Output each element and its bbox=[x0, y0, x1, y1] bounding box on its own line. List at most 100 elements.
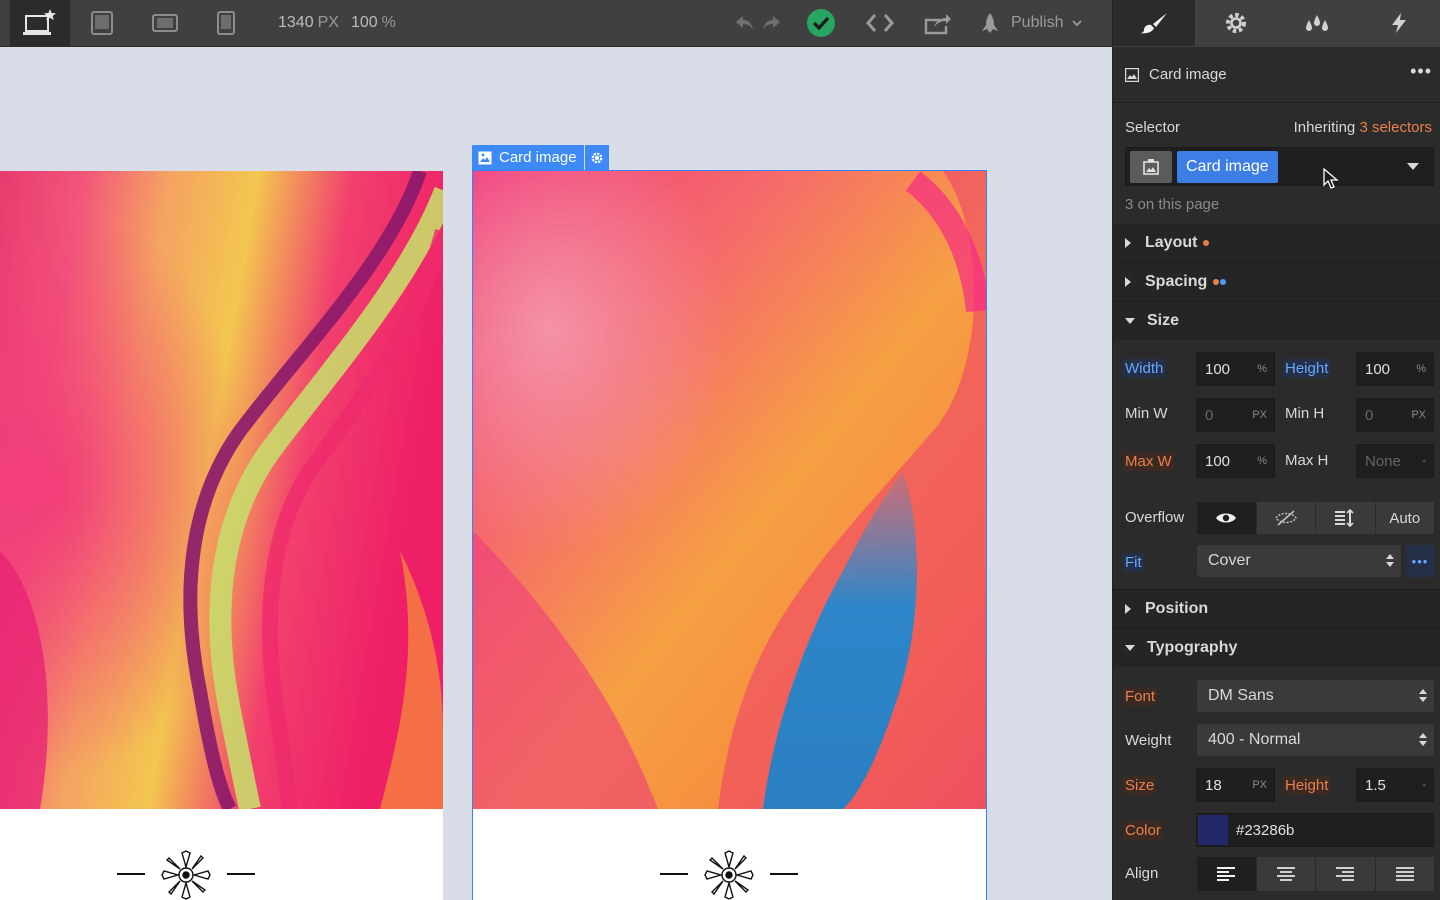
mobile-landscape-icon bbox=[152, 14, 178, 32]
canvas-size-readout: 1340 PX 100% bbox=[278, 0, 400, 46]
max-width-value: 100 bbox=[1205, 452, 1231, 470]
height-input[interactable]: 100 % bbox=[1356, 352, 1434, 386]
weight-select[interactable]: 400 - Normal bbox=[1197, 724, 1434, 756]
font-size-label[interactable]: Size bbox=[1123, 776, 1157, 795]
save-status-button[interactable] bbox=[804, 0, 838, 46]
align-right-button[interactable] bbox=[1316, 857, 1375, 891]
card-image-left[interactable] bbox=[0, 171, 443, 809]
section-size[interactable]: Size bbox=[1113, 302, 1440, 340]
min-width-input[interactable]: 0 PX bbox=[1196, 398, 1275, 432]
breakpoint-portrait-button[interactable] bbox=[212, 0, 240, 46]
overflow-visible-button[interactable] bbox=[1197, 502, 1256, 534]
max-height-unit[interactable]: - bbox=[1422, 455, 1433, 467]
tablet-icon bbox=[91, 11, 113, 35]
max-width-label[interactable]: Max W bbox=[1123, 452, 1174, 471]
fit-more-button[interactable]: ••• bbox=[1406, 545, 1434, 577]
code-export-button[interactable] bbox=[864, 0, 896, 46]
breakpoint-tablet-button[interactable] bbox=[86, 0, 118, 46]
selected-element-name: Card image bbox=[499, 149, 577, 166]
fit-more-label: ••• bbox=[1411, 553, 1429, 569]
zoom-percent-unit: % bbox=[381, 14, 396, 31]
selected-element-label[interactable]: Card image bbox=[472, 145, 609, 170]
section-typography[interactable]: Typography bbox=[1113, 629, 1440, 667]
card-left[interactable] bbox=[0, 171, 443, 900]
object-fit-select[interactable]: Cover bbox=[1197, 545, 1401, 577]
section-position[interactable]: Position bbox=[1113, 590, 1440, 628]
max-height-label: Max H bbox=[1285, 452, 1329, 469]
eye-slash-icon bbox=[1274, 510, 1297, 526]
redo-button[interactable] bbox=[760, 0, 782, 46]
panel-more-button[interactable]: ••• bbox=[1410, 61, 1432, 82]
inheriting-text: Inheriting 3 selectors bbox=[1294, 119, 1432, 136]
select-updown-icon bbox=[1419, 689, 1427, 702]
max-height-value: None bbox=[1365, 452, 1401, 470]
overflow-hidden-button[interactable] bbox=[1256, 502, 1315, 534]
overflow-auto-button[interactable]: Auto bbox=[1375, 502, 1434, 534]
section-layout[interactable]: Layout bbox=[1113, 224, 1440, 262]
lightning-icon bbox=[1392, 13, 1407, 33]
height-label[interactable]: Height bbox=[1283, 359, 1331, 378]
undo-button[interactable] bbox=[734, 0, 756, 46]
inheriting-selectors-link[interactable]: 3 selectors bbox=[1359, 119, 1432, 136]
line-height-label[interactable]: Height bbox=[1283, 776, 1331, 795]
min-width-unit[interactable]: PX bbox=[1252, 409, 1274, 421]
max-width-unit[interactable]: % bbox=[1257, 455, 1274, 467]
card-image-right[interactable] bbox=[473, 171, 986, 809]
fit-label[interactable]: Fit bbox=[1123, 553, 1144, 572]
divider bbox=[1113, 102, 1440, 103]
rocket-icon bbox=[982, 13, 998, 33]
tab-style-manager[interactable] bbox=[1277, 0, 1359, 46]
align-label: Align bbox=[1125, 865, 1159, 882]
font-size-input[interactable]: 18 PX bbox=[1196, 768, 1275, 802]
modified-indicator bbox=[1213, 279, 1220, 285]
share-button[interactable] bbox=[922, 0, 954, 46]
section-spacing[interactable]: Spacing bbox=[1113, 263, 1440, 301]
color-swatch[interactable] bbox=[1198, 815, 1228, 845]
line-height-unit[interactable]: - bbox=[1422, 779, 1433, 791]
inherited-indicator bbox=[1220, 279, 1227, 285]
font-size-value: 18 bbox=[1205, 776, 1222, 794]
selector-label: Selector bbox=[1125, 118, 1181, 136]
tab-interactions[interactable] bbox=[1358, 0, 1440, 46]
eye-icon bbox=[1216, 513, 1237, 523]
font-size-unit[interactable]: PX bbox=[1252, 779, 1274, 791]
publish-menu[interactable]: Publish bbox=[978, 0, 1083, 46]
tab-settings[interactable] bbox=[1195, 0, 1277, 46]
overflow-label: Overflow bbox=[1125, 509, 1185, 526]
min-height-input[interactable]: 0 PX bbox=[1356, 398, 1434, 432]
font-select[interactable]: DM Sans bbox=[1197, 680, 1434, 712]
text-align-control bbox=[1197, 857, 1434, 891]
width-input[interactable]: 100 % bbox=[1196, 352, 1275, 386]
decorative-divider-flower-icon bbox=[117, 850, 255, 900]
breakpoint-desktop-button[interactable] bbox=[10, 0, 70, 46]
min-height-unit[interactable]: PX bbox=[1411, 409, 1433, 421]
align-left-button[interactable] bbox=[1197, 857, 1256, 891]
selected-element-tag[interactable]: Card image bbox=[472, 145, 584, 170]
code-icon bbox=[866, 14, 894, 32]
element-settings-button[interactable] bbox=[584, 145, 609, 170]
overflow-scroll-button[interactable] bbox=[1316, 502, 1375, 534]
width-unit[interactable]: % bbox=[1257, 363, 1274, 375]
align-left-icon bbox=[1217, 867, 1236, 881]
width-label[interactable]: Width bbox=[1123, 359, 1166, 378]
selector-field[interactable]: Card image bbox=[1125, 147, 1434, 189]
breakpoint-landscape-button[interactable] bbox=[148, 0, 182, 46]
line-height-input[interactable]: 1.5 - bbox=[1356, 768, 1434, 802]
tab-style[interactable] bbox=[1113, 0, 1195, 46]
design-canvas[interactable]: Card image bbox=[0, 47, 1112, 900]
selector-class-chip[interactable]: Card image bbox=[1177, 151, 1278, 183]
font-label[interactable]: Font bbox=[1123, 687, 1158, 706]
color-input[interactable]: #23286b bbox=[1196, 813, 1434, 847]
weight-value: 400 - Normal bbox=[1208, 731, 1301, 748]
align-center-button[interactable] bbox=[1256, 857, 1315, 891]
inheriting-prefix: Inheriting bbox=[1293, 118, 1356, 136]
card-right[interactable] bbox=[473, 171, 986, 900]
height-unit[interactable]: % bbox=[1416, 363, 1433, 375]
max-height-input[interactable]: None - bbox=[1356, 444, 1434, 478]
color-label[interactable]: Color bbox=[1123, 821, 1163, 840]
align-justify-button[interactable] bbox=[1375, 857, 1434, 891]
max-width-input[interactable]: 100 % bbox=[1196, 444, 1275, 478]
select-updown-icon bbox=[1386, 554, 1394, 567]
selector-dropdown-icon[interactable] bbox=[1407, 163, 1419, 170]
selector-element-button[interactable] bbox=[1130, 151, 1172, 183]
